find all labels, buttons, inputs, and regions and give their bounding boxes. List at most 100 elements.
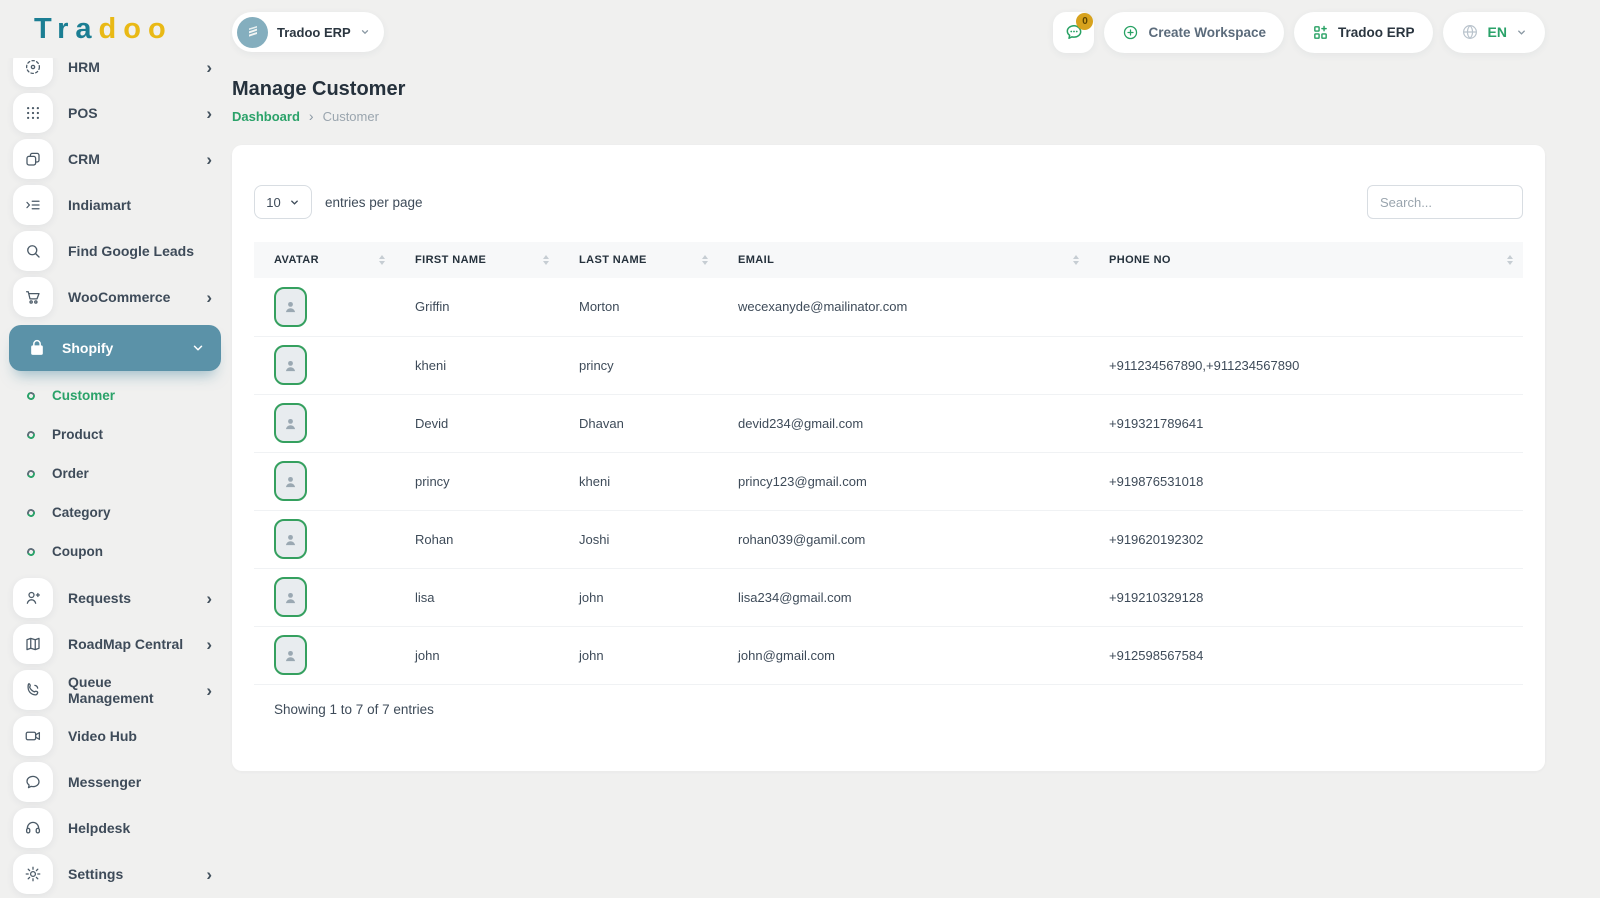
- sort-icon[interactable]: [543, 255, 549, 265]
- cell-phone: +919620192302: [1089, 510, 1523, 568]
- cell-first-name: john: [395, 626, 559, 684]
- cell-phone: +912598567584: [1089, 626, 1523, 684]
- sidebar-item-label: POS: [68, 105, 98, 121]
- workspace-selector[interactable]: Tradoo ERP: [232, 12, 384, 52]
- cell-last-name: Morton: [559, 278, 718, 336]
- sidebar-item-crm[interactable]: CRM ›: [0, 136, 230, 182]
- sidebar-item-label: Video Hub: [68, 728, 137, 744]
- chevron-right-icon: ›: [206, 682, 212, 699]
- sidebar-item-label: Shopify: [62, 340, 113, 356]
- table-row: john john john@gmail.com +912598567584: [254, 626, 1523, 684]
- search-input[interactable]: [1367, 185, 1523, 219]
- sidebar-item-requests[interactable]: Requests ›: [0, 575, 230, 621]
- erp-button-label: Tradoo ERP: [1338, 25, 1415, 40]
- plus-circle-icon: [1122, 24, 1139, 41]
- chevron-down-icon: [360, 27, 370, 37]
- customer-avatar[interactable]: [274, 403, 307, 443]
- erp-apps-button[interactable]: Tradoo ERP: [1294, 12, 1433, 53]
- sort-icon[interactable]: [379, 255, 385, 265]
- create-workspace-button[interactable]: Create Workspace: [1104, 12, 1284, 53]
- messages-button[interactable]: 0: [1053, 12, 1094, 53]
- map-icon: [13, 624, 53, 664]
- language-code: EN: [1488, 24, 1507, 40]
- breadcrumb: Dashboard › Customer: [232, 108, 1545, 124]
- sidebar-item-messenger[interactable]: Messenger: [0, 759, 230, 805]
- cell-email: wecexanyde@mailinator.com: [718, 278, 1089, 336]
- create-workspace-label: Create Workspace: [1148, 25, 1266, 40]
- sidebar-subitem-product[interactable]: Product: [0, 415, 230, 454]
- column-header-phone[interactable]: PHONE NO: [1089, 254, 1523, 266]
- notification-badge: 0: [1076, 13, 1093, 30]
- topbar: Tradoo ERP 0 Create Workspace Tradoo ERP: [230, 0, 1600, 58]
- person-icon: [282, 589, 299, 606]
- sidebar-subitem-order[interactable]: Order: [0, 454, 230, 493]
- customer-avatar[interactable]: [274, 461, 307, 501]
- page-title: Manage Customer: [232, 78, 1545, 101]
- sidebar-item-label: Requests: [68, 590, 131, 606]
- chevron-right-icon: ›: [206, 289, 212, 306]
- cell-first-name: Griffin: [395, 278, 559, 336]
- workspace-name: Tradoo ERP: [277, 25, 351, 40]
- sort-icon[interactable]: [1073, 255, 1079, 265]
- table-body: Griffin Morton wecexanyde@mailinator.com…: [254, 278, 1523, 684]
- search-icon: [13, 231, 53, 271]
- sort-icon[interactable]: [702, 255, 708, 265]
- sidebar-item-video-hub[interactable]: Video Hub: [0, 713, 230, 759]
- sidebar-item-helpdesk[interactable]: Helpdesk: [0, 805, 230, 851]
- sidebar-item-find-google-leads[interactable]: Find Google Leads: [0, 228, 230, 274]
- cell-email: [718, 336, 1089, 394]
- column-header-email[interactable]: EMAIL: [718, 254, 1089, 266]
- phone-icon: [13, 670, 53, 710]
- sidebar-item-woocommerce[interactable]: WooCommerce ›: [0, 274, 230, 320]
- sort-icon[interactable]: [1507, 255, 1513, 265]
- cell-email: lisa234@gmail.com: [718, 568, 1089, 626]
- customer-avatar[interactable]: [274, 577, 307, 617]
- sidebar-subitem-coupon[interactable]: Coupon: [0, 532, 230, 571]
- bullet-icon: [26, 468, 37, 479]
- app-root: Tradoo HRM › POS › CRM: [0, 0, 1600, 898]
- column-header-last-name[interactable]: LAST NAME: [559, 254, 718, 266]
- breadcrumb-dashboard-link[interactable]: Dashboard: [232, 109, 300, 124]
- customer-avatar[interactable]: [274, 519, 307, 559]
- table-row: princy kheni princy123@gmail.com +919876…: [254, 452, 1523, 510]
- language-selector[interactable]: EN: [1443, 12, 1545, 53]
- customer-avatar[interactable]: [274, 287, 307, 327]
- person-icon: [282, 647, 299, 664]
- sidebar-item-label: Settings: [68, 866, 123, 882]
- breadcrumb-separator-icon: ›: [309, 108, 314, 124]
- cell-last-name: john: [559, 568, 718, 626]
- chevron-right-icon: ›: [206, 105, 212, 122]
- entries-per-page-label: entries per page: [325, 195, 423, 210]
- sidebar-item-shopify[interactable]: Shopify: [9, 325, 221, 371]
- sidebar-item-queue-management[interactable]: Queue Management ›: [0, 667, 230, 713]
- chevron-right-icon: ›: [206, 151, 212, 168]
- cell-email: devid234@gmail.com: [718, 394, 1089, 452]
- sidebar-item-label: Helpdesk: [68, 820, 130, 836]
- sidebar-subitem-category[interactable]: Category: [0, 493, 230, 532]
- cell-phone: +919876531018: [1089, 452, 1523, 510]
- sidebar-subitem-customer[interactable]: Customer: [0, 376, 230, 415]
- sidebar-item-roadmap-central[interactable]: RoadMap Central ›: [0, 621, 230, 667]
- topbar-actions: 0 Create Workspace Tradoo ERP EN: [1053, 12, 1545, 53]
- page-size-select[interactable]: 10: [254, 185, 312, 219]
- chevron-down-icon: [191, 341, 205, 355]
- video-camera-icon: [13, 716, 53, 756]
- sidebar-subitem-label: Category: [52, 505, 111, 520]
- customer-avatar[interactable]: [274, 345, 307, 385]
- main-area: Tradoo ERP 0 Create Workspace Tradoo ERP: [230, 0, 1600, 898]
- customer-table-card: 10 entries per page AVATAR FIRST NAME LA…: [232, 145, 1545, 771]
- sidebar-item-label: Find Google Leads: [68, 243, 194, 259]
- customer-avatar[interactable]: [274, 635, 307, 675]
- brand-logo[interactable]: Tradoo: [0, 0, 230, 58]
- column-header-avatar[interactable]: AVATAR: [254, 254, 395, 266]
- logo-text-teal: Tra: [34, 13, 99, 45]
- pos-icon: [13, 93, 53, 133]
- sidebar-item-indiamart[interactable]: Indiamart: [0, 182, 230, 228]
- column-header-first-name[interactable]: FIRST NAME: [395, 254, 559, 266]
- table-row: kheni princy +911234567890,+911234567890: [254, 336, 1523, 394]
- sidebar-item-pos[interactable]: POS ›: [0, 90, 230, 136]
- sidebar-item-settings[interactable]: Settings ›: [0, 851, 230, 897]
- indiamart-icon: [13, 185, 53, 225]
- sidebar-item-label: RoadMap Central: [68, 636, 183, 652]
- cell-last-name: princy: [559, 336, 718, 394]
